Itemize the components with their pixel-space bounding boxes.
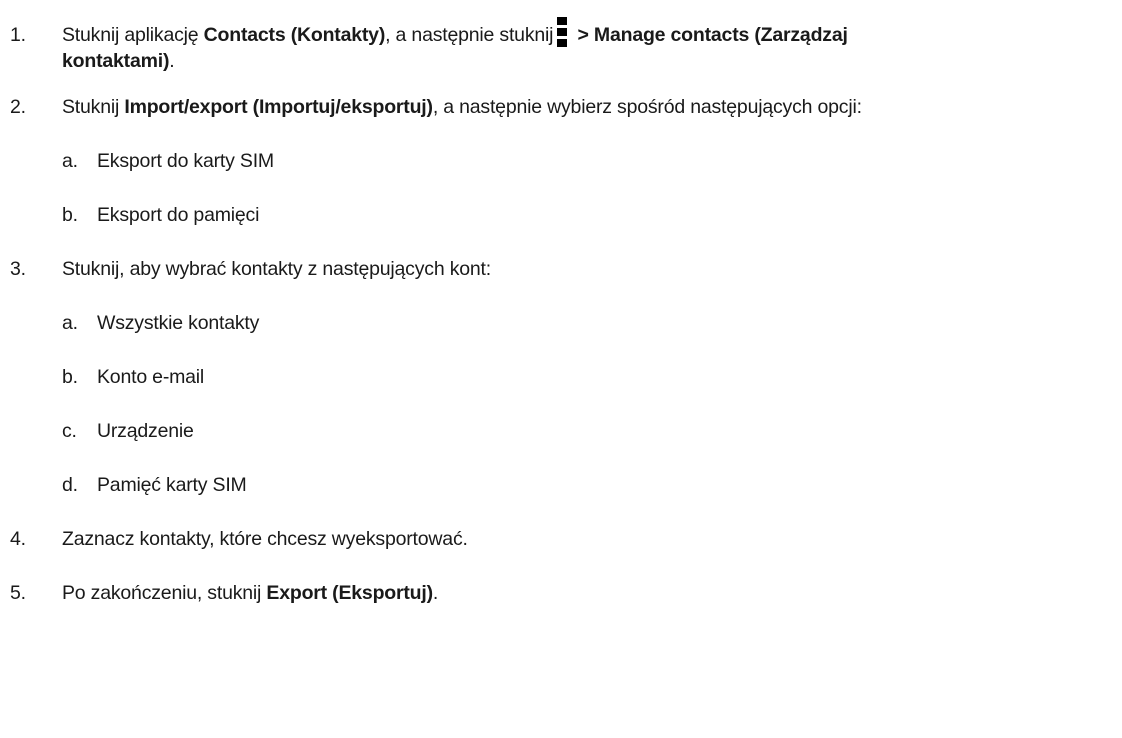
step-text: kontaktami). [62, 48, 175, 74]
step-text-part: Stuknij aplikację [62, 24, 204, 46]
step-text-part: , a następnie stuknij [385, 24, 554, 46]
step-text: Stuknij Import/export (Importuj/eksportu… [62, 94, 862, 120]
step-text: Po zakończeniu, stuknij Export (Eksportu… [62, 580, 438, 606]
option-letter: b. [62, 366, 78, 388]
option-label: Konto e-mail [97, 366, 205, 388]
option-letter: d. [62, 474, 78, 496]
option-label: Pamięć karty SIM [97, 474, 247, 496]
option-label: Wszystkie kontakty [97, 312, 260, 334]
step-bold-option: Import/export (Importuj/eksportuj) [124, 96, 433, 118]
option-label: Urządzenie [97, 420, 194, 442]
option-label: Eksport do karty SIM [97, 150, 274, 172]
option-letter: b. [62, 204, 78, 226]
step-number: 4. [10, 528, 26, 550]
step-number: 5. [10, 582, 26, 604]
step-number: 2. [10, 96, 26, 118]
step-bold-menu-path: > Manage contacts (Zarządzaj [572, 24, 848, 46]
step-text-part: , a następnie wybierz spośród następując… [432, 96, 862, 118]
option-label: Eksport do pamięci [97, 204, 260, 226]
option-letter: c. [62, 420, 77, 442]
option-letter: a. [62, 312, 78, 334]
step-bold-menu-path-cont: kontaktami) [62, 50, 170, 72]
step-number: 1. [10, 24, 26, 46]
step-text-part: Stuknij [62, 96, 125, 118]
instruction-document: 1. Stuknij aplikację Contacts (Kontakty)… [0, 0, 1122, 738]
step-text: Zaznacz kontakty, które chcesz wyeksport… [62, 528, 468, 550]
overflow-menu-icon [557, 17, 568, 48]
option-letter: a. [62, 150, 78, 172]
step-bold-app-name: Contacts (Kontakty) [203, 24, 386, 46]
step-text: Stuknij aplikację Contacts (Kontakty), a… [62, 17, 848, 48]
step-text: Stuknij, aby wybrać kontakty z następują… [62, 258, 491, 280]
step-text-part: Po zakończeniu, stuknij [62, 582, 267, 604]
step-text-part: . [432, 582, 439, 604]
step-text-part: . [169, 50, 175, 72]
step-bold-button: Export (Eksportuj) [266, 582, 433, 604]
step-number: 3. [10, 258, 26, 280]
